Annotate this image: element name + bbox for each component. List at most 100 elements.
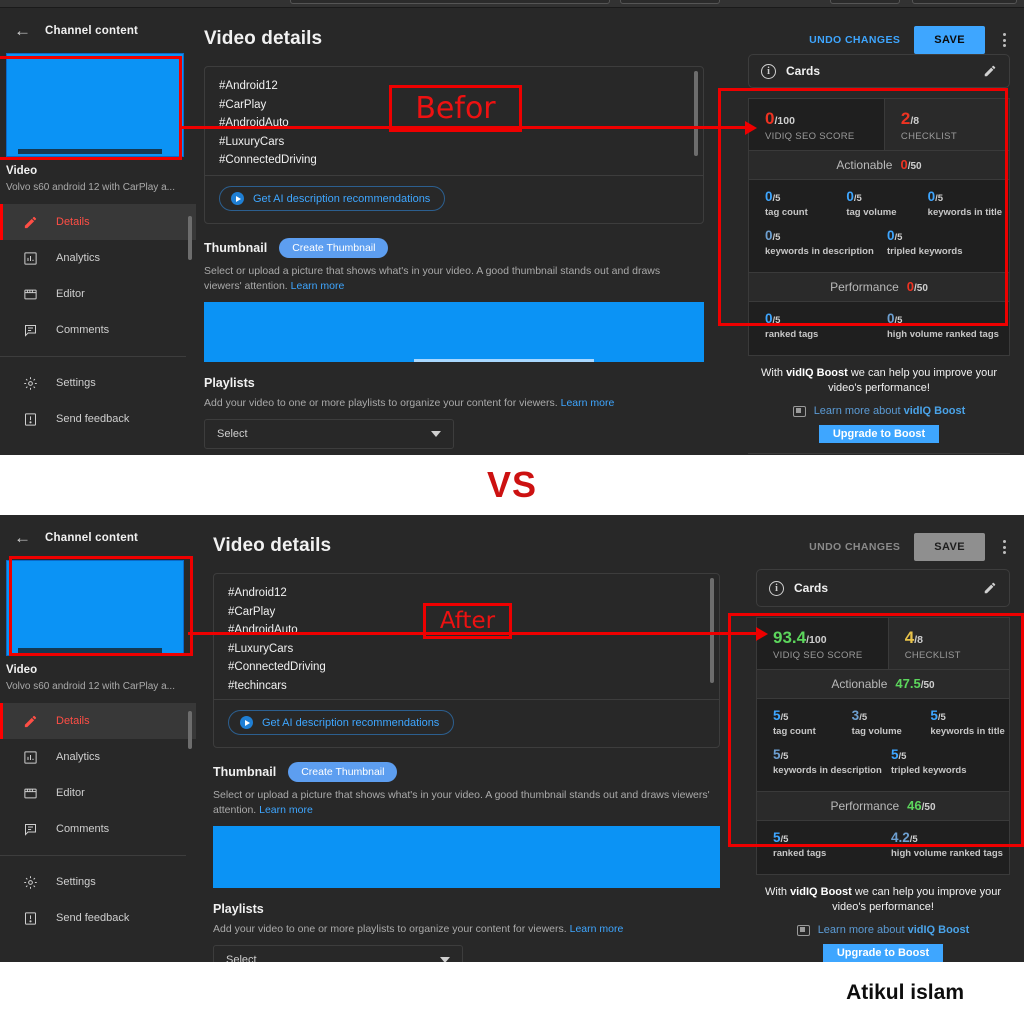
save-button[interactable]: SAVE xyxy=(914,533,985,561)
thumbnail-section-header: Thumbnail Create Thumbnail xyxy=(205,748,742,782)
metric-value: 0 xyxy=(846,189,854,204)
metric-keywords-in-title: 5/5 keywords in title xyxy=(930,707,1009,737)
checklist-cell[interactable]: 2/8 CHECKLIST xyxy=(883,99,1009,150)
metric-ranked-tags: 5/5 ranked tags xyxy=(773,829,891,859)
video-thumbnail-preview[interactable] xyxy=(6,53,184,157)
performance-denominator: /50 xyxy=(914,283,928,294)
description-scrollbar[interactable] xyxy=(694,71,698,156)
metric-denominator: /5 xyxy=(898,751,907,762)
actionable-metrics: 5/5 tag count 3/5 tag volume 5/5 keyword… xyxy=(757,699,1009,791)
sidebar-scrollbar[interactable] xyxy=(188,711,192,749)
upgrade-to-boost-button[interactable]: Upgrade to Boost xyxy=(819,425,939,443)
comment-icon xyxy=(22,821,38,837)
get-ai-description-recommendations-button[interactable]: Get AI description recommendations xyxy=(219,186,446,211)
thumbnail-learn-more-link[interactable]: Learn more xyxy=(291,280,345,292)
vidiq-rail: UNDO CHANGES SAVE i Cards 0/100 VIDIQ SE… xyxy=(734,8,1024,455)
playlist-select[interactable]: Select xyxy=(204,419,454,449)
metric-denominator: /5 xyxy=(772,193,781,204)
performance-denominator: /50 xyxy=(921,802,936,813)
playlists-description: Add your video to one or more playlists … xyxy=(196,390,734,411)
sidebar-item-details[interactable]: Details xyxy=(0,703,196,739)
sidebar-item-label: Send feedback xyxy=(56,413,130,425)
sidebar-item-analytics[interactable]: Analytics xyxy=(0,240,196,276)
tag-line: #AndroidAuto xyxy=(219,117,289,129)
undo-changes-button[interactable]: UNDO CHANGES xyxy=(809,34,900,46)
back-arrow-icon[interactable]: ← xyxy=(14,22,31,39)
signature-text: Atikul islam xyxy=(846,981,964,1004)
playlists-learn-more-link[interactable]: Learn more xyxy=(570,923,624,935)
thumbnail-image[interactable] xyxy=(213,826,720,888)
metric-value: 0 xyxy=(765,311,773,326)
thumbnail-section-header: Thumbnail Create Thumbnail xyxy=(196,224,734,258)
main-header: Video details xyxy=(205,515,742,567)
create-thumbnail-button[interactable]: Create Thumbnail xyxy=(288,762,398,782)
description-body[interactable]: #Android12 #CarPlay #AndroidAuto #Luxury… xyxy=(205,67,703,175)
playlist-select[interactable]: Select xyxy=(213,945,463,962)
sidebar-header: ← Channel content xyxy=(0,8,196,51)
cards-row[interactable]: i Cards xyxy=(756,569,1010,607)
seo-summary-row: 0/100 VIDIQ SEO SCORE 2/8 CHECKLIST xyxy=(749,99,1009,150)
main-content: Video details #Android12 #CarPlay #Andro… xyxy=(196,8,734,449)
seo-score-denominator: /100 xyxy=(774,115,795,127)
metric-denominator: /5 xyxy=(909,834,918,845)
seo-score-cell: 93.4/100 VIDIQ SEO SCORE xyxy=(757,618,888,669)
sidebar-item-label: Editor xyxy=(56,288,85,300)
sidebar-item-label: Comments xyxy=(56,823,110,835)
metric-value: 5 xyxy=(773,830,781,845)
metric-label: tag count xyxy=(773,726,816,737)
save-button[interactable]: SAVE xyxy=(914,26,985,54)
sidebar-divider xyxy=(0,855,186,856)
metric-label: high volume ranked tags xyxy=(891,848,1003,859)
description-scrollbar[interactable] xyxy=(710,578,714,683)
metric-label: tag volume xyxy=(851,726,902,737)
metric-denominator: /5 xyxy=(859,712,868,723)
performance-label: Performance xyxy=(830,799,900,813)
tag-line: #Android12 xyxy=(228,587,287,599)
checklist-cell[interactable]: 4/8 CHECKLIST xyxy=(887,618,1009,669)
sidebar-item-comments[interactable]: Comments xyxy=(0,811,196,847)
video-label: Video xyxy=(6,664,38,676)
metric-row: 0/5 ranked tags 0/5 high volume ranked t… xyxy=(749,310,1009,349)
info-icon: i xyxy=(769,580,784,596)
tag-line: #LuxuryCars xyxy=(228,642,294,655)
checklist-caption: CHECKLIST xyxy=(900,131,957,142)
playlists-learn-more-link[interactable]: Learn more xyxy=(561,397,615,409)
sidebar-scrollbar[interactable] xyxy=(188,216,192,260)
more-options-icon[interactable] xyxy=(999,540,1010,554)
back-arrow-icon[interactable]: ← xyxy=(14,529,31,546)
boost-learn-more-link[interactable]: Learn more about vidIQ Boost xyxy=(750,405,1008,417)
sidebar-item-details[interactable]: Details xyxy=(0,204,196,240)
tag-line: #CarPlay xyxy=(219,98,267,111)
checklist-value: 2 xyxy=(900,109,911,128)
pencil-icon[interactable] xyxy=(983,581,997,595)
pencil-icon[interactable] xyxy=(983,64,997,78)
sidebar-item-editor[interactable]: Editor xyxy=(0,276,196,312)
upgrade-to-boost-button[interactable]: Upgrade to Boost xyxy=(823,944,943,962)
sidebar-item-label: Comments xyxy=(56,324,110,336)
sidebar-item-send-feedback[interactable]: Send feedback xyxy=(0,401,196,437)
metric-value: 5 xyxy=(891,747,899,762)
create-thumbnail-button[interactable]: Create Thumbnail xyxy=(279,238,389,258)
cards-row[interactable]: i Cards xyxy=(748,54,1010,88)
boost-learn-more-link[interactable]: Learn more about vidIQ Boost xyxy=(758,924,1008,936)
sidebar-item-settings[interactable]: Settings xyxy=(0,864,196,900)
undo-changes-button[interactable]: UNDO CHANGES xyxy=(809,541,900,553)
thumbnail-image[interactable] xyxy=(204,302,704,362)
get-ai-description-recommendations-button[interactable]: Get AI description recommendations xyxy=(228,710,455,735)
metric-label: tripled keywords xyxy=(891,765,967,776)
sidebar-item-analytics[interactable]: Analytics xyxy=(0,739,196,775)
sidebar-item-send-feedback[interactable]: Send feedback xyxy=(0,900,196,936)
sidebar-item-settings[interactable]: Settings xyxy=(0,365,196,401)
more-options-icon[interactable] xyxy=(999,33,1010,47)
performance-metrics: 5/5 ranked tags 4.2/5 high volume ranked… xyxy=(757,821,1009,874)
metric-keywords-in-title: 0/5 keywords in title xyxy=(928,188,1009,218)
sidebar-item-editor[interactable]: Editor xyxy=(0,775,196,811)
sidebar-item-comments[interactable]: Comments xyxy=(0,312,196,348)
description-body[interactable]: #Android12 #CarPlay #AndroidAuto #Luxury… xyxy=(214,574,719,699)
metric-tag-volume: 3/5 tag volume xyxy=(852,707,931,737)
thumbnail-learn-more-link[interactable]: Learn more xyxy=(259,804,313,816)
actionable-band: Actionable 0/50 xyxy=(749,150,1009,180)
video-thumbnail-preview[interactable] xyxy=(6,560,184,656)
sparkle-play-icon xyxy=(240,716,253,729)
main-content: Video details #Android12 #CarPlay #Andro… xyxy=(205,515,742,962)
